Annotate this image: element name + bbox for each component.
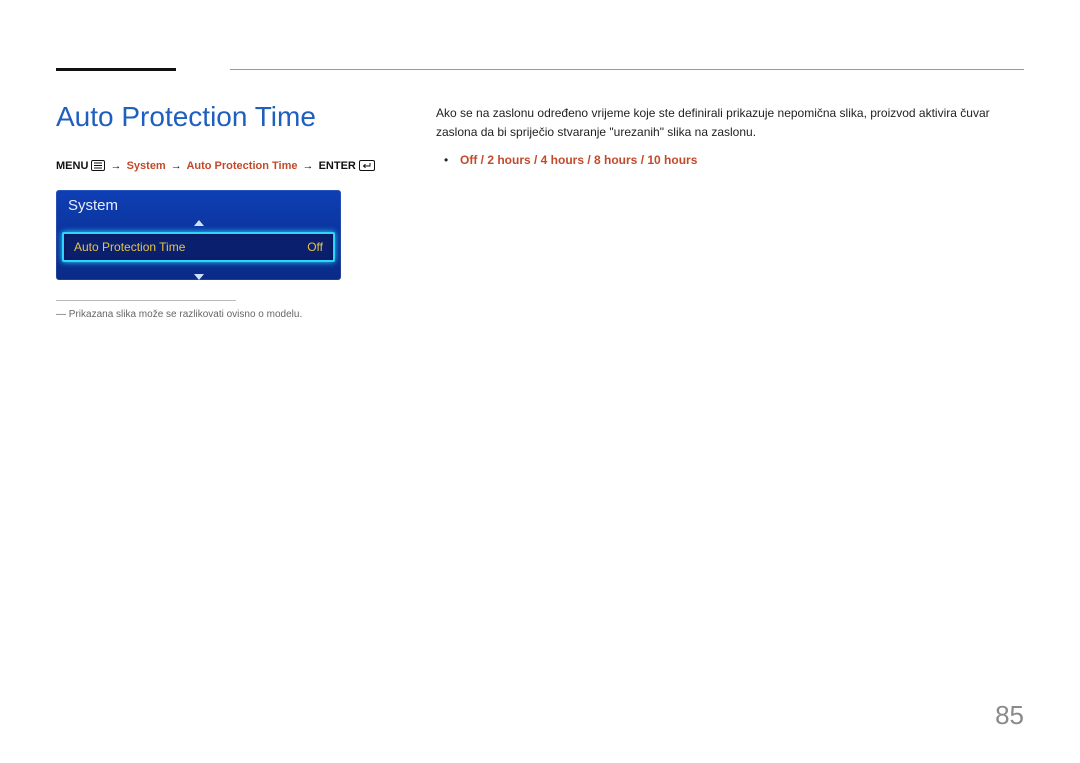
enter-icon xyxy=(359,160,375,171)
breadcrumb-enter: ENTER xyxy=(319,160,356,172)
manual-page: Auto Protection Time MENU → System → Aut… xyxy=(0,0,1080,763)
chevron-down-icon[interactable] xyxy=(56,268,341,280)
breadcrumb: MENU → System → Auto Protection Time → E… xyxy=(56,160,396,172)
footnote-divider xyxy=(56,300,236,301)
top-accent-bar xyxy=(56,68,176,71)
options-values: Off / 2 hours / 4 hours / 8 hours / 10 h… xyxy=(460,153,697,167)
breadcrumb-auto-protection: Auto Protection Time xyxy=(186,160,297,172)
breadcrumb-arrow-icon: → xyxy=(109,160,124,172)
breadcrumb-arrow-icon: → xyxy=(301,160,316,172)
list-item: Off / 2 hours / 4 hours / 8 hours / 10 h… xyxy=(436,153,1024,167)
breadcrumb-menu: MENU xyxy=(56,160,88,172)
osd-panel: System Auto Protection Time Off xyxy=(56,190,341,280)
options-list: Off / 2 hours / 4 hours / 8 hours / 10 h… xyxy=(436,153,1024,167)
menu-icon xyxy=(91,160,105,171)
page-number: 85 xyxy=(995,700,1024,731)
osd-header: System xyxy=(56,190,341,220)
left-column: Auto Protection Time MENU → System → Aut… xyxy=(56,98,396,320)
osd-item-label: Auto Protection Time xyxy=(74,240,185,254)
description-text: Ako se na zaslonu određeno vrijeme koje … xyxy=(436,104,1024,141)
top-divider xyxy=(230,69,1024,70)
chevron-up-icon[interactable] xyxy=(56,220,341,232)
breadcrumb-arrow-icon: → xyxy=(169,160,184,172)
content-columns: Auto Protection Time MENU → System → Aut… xyxy=(56,98,1024,320)
page-title: Auto Protection Time xyxy=(56,100,396,134)
osd-item-value: Off xyxy=(307,240,323,254)
footnote-text: Prikazana slika može se razlikovati ovis… xyxy=(56,309,396,320)
right-column: Ako se na zaslonu određeno vrijeme koje … xyxy=(436,98,1024,320)
breadcrumb-system: System xyxy=(127,160,166,172)
osd-item-auto-protection[interactable]: Auto Protection Time Off xyxy=(62,232,335,262)
